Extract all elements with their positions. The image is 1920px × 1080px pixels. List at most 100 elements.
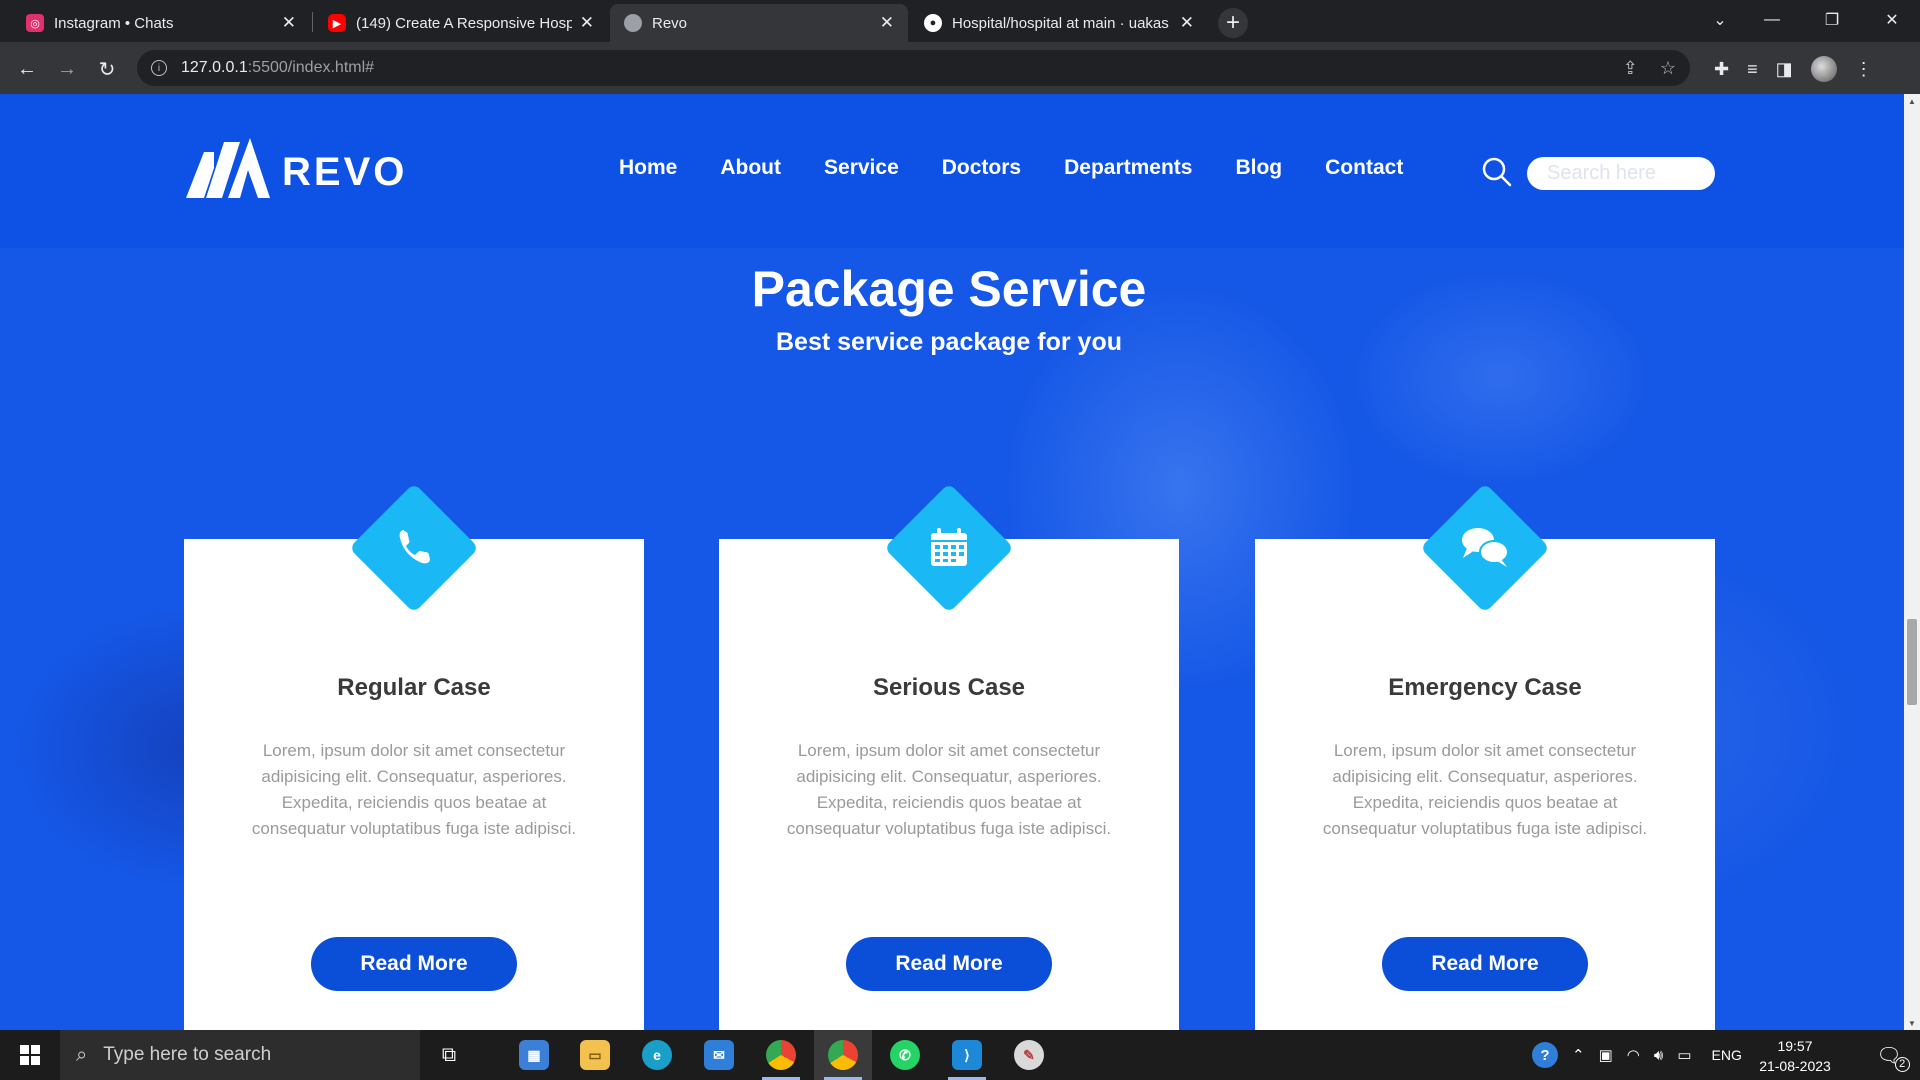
scroll-down-arrow-icon[interactable]: ▼ bbox=[1904, 1016, 1920, 1030]
windows-taskbar: ⌕ Type here to search ⧉ ▦ ▭ e ✉ ✆ ⟩ ✎ ? … bbox=[0, 1030, 1920, 1080]
taskbar-chrome[interactable] bbox=[752, 1030, 810, 1080]
browser-tab-strip: ◎ Instagram • Chats ✕ ▶ (149) Create A R… bbox=[0, 0, 1920, 42]
nav-service[interactable]: Service bbox=[824, 156, 899, 180]
whatsapp-icon: ✆ bbox=[890, 1040, 920, 1070]
nav-departments[interactable]: Departments bbox=[1064, 156, 1192, 180]
language-indicator[interactable]: ENG bbox=[1712, 1047, 1742, 1063]
calendar-icon bbox=[887, 486, 1011, 610]
tab-instagram[interactable]: ◎ Instagram • Chats ✕ bbox=[12, 4, 310, 42]
close-tab-icon[interactable]: ✕ bbox=[282, 13, 296, 33]
forward-arrow-icon[interactable]: → bbox=[50, 52, 84, 86]
bookmark-star-icon[interactable]: ☆ bbox=[1660, 58, 1676, 79]
back-arrow-icon[interactable]: ← bbox=[10, 52, 44, 86]
address-bar[interactable]: i 127.0.0.1:5500/index.html# ⇪ ☆ bbox=[137, 50, 1690, 86]
taskbar-search[interactable]: ⌕ Type here to search bbox=[60, 1030, 420, 1080]
show-hidden-icons-chevron-icon[interactable]: ⌃ bbox=[1572, 1046, 1585, 1064]
new-tab-button[interactable]: + bbox=[1218, 8, 1248, 38]
close-tab-icon[interactable]: ✕ bbox=[580, 13, 594, 33]
search-input[interactable] bbox=[1527, 157, 1715, 190]
omnibox-actions: ⇪ ☆ bbox=[1623, 50, 1676, 86]
card-description: Lorem, ipsum dolor sit amet consectetur … bbox=[251, 741, 577, 838]
search-icon[interactable] bbox=[1481, 156, 1513, 188]
revo-logo-icon bbox=[186, 138, 270, 198]
tab-title: Revo bbox=[652, 14, 688, 32]
taskbar-edge[interactable]: e bbox=[628, 1030, 686, 1080]
tab-search-chevron-icon[interactable]: ⌄ bbox=[1694, 0, 1746, 40]
close-window-button[interactable]: ✕ bbox=[1866, 0, 1918, 40]
tab-revo[interactable]: Revo ✕ bbox=[610, 4, 908, 42]
extension-area: ✚ ≡ ◨ ⋮ bbox=[1714, 52, 1873, 86]
clock-date: 21-08-2023 bbox=[1759, 1058, 1831, 1074]
site-info-icon[interactable]: i bbox=[151, 60, 167, 76]
nav-doctors[interactable]: Doctors bbox=[942, 156, 1021, 180]
task-view-button[interactable]: ⧉ bbox=[420, 1030, 478, 1080]
profile-avatar[interactable] bbox=[1810, 56, 1837, 82]
web-page: REVO Home About Service Doctors Departme… bbox=[0, 94, 1904, 1030]
taskbar-paint[interactable]: ✎ bbox=[1000, 1030, 1058, 1080]
phone-icon bbox=[352, 486, 476, 610]
close-tab-icon[interactable]: ✕ bbox=[1180, 13, 1194, 33]
extensions-puzzle-icon[interactable]: ✚ bbox=[1714, 59, 1729, 80]
nav-contact[interactable]: Contact bbox=[1325, 156, 1403, 180]
media-playlist-icon[interactable]: ≡ bbox=[1747, 59, 1758, 80]
site-logo[interactable]: REVO bbox=[184, 136, 407, 208]
share-icon[interactable]: ⇪ bbox=[1623, 58, 1638, 79]
nav-blog[interactable]: Blog bbox=[1235, 156, 1282, 180]
restore-button[interactable]: ❐ bbox=[1806, 0, 1858, 40]
microsoft-store-icon: ▦ bbox=[519, 1040, 549, 1070]
paint-icon: ✎ bbox=[1014, 1040, 1044, 1070]
browser-menu-icon[interactable]: ⋮ bbox=[1855, 59, 1873, 80]
taskbar-mail[interactable]: ✉ bbox=[690, 1030, 748, 1080]
tab-title: (149) Create A Responsive Hospit bbox=[356, 14, 572, 32]
card-title: Serious Case bbox=[872, 674, 1026, 701]
url-host: 127.0.0.1 bbox=[181, 59, 248, 76]
notification-center-button[interactable]: 🗨︎ 2 bbox=[1864, 1030, 1914, 1080]
youtube-icon: ▶ bbox=[328, 14, 346, 32]
nav-about[interactable]: About bbox=[720, 156, 781, 180]
scroll-up-arrow-icon[interactable]: ▲ bbox=[1904, 94, 1920, 108]
main-nav: Home About Service Doctors Departments B… bbox=[619, 156, 1403, 180]
card-description: Lorem, ipsum dolor sit amet consectetur … bbox=[1322, 741, 1648, 838]
taskbar-store[interactable]: ▦ bbox=[505, 1030, 563, 1080]
page-scrollbar[interactable]: ▲ ▼ bbox=[1904, 94, 1920, 1030]
github-icon: ● bbox=[924, 14, 942, 32]
file-explorer-icon: ▭ bbox=[580, 1040, 610, 1070]
minimize-button[interactable]: — bbox=[1746, 0, 1798, 40]
vscode-icon: ⟩ bbox=[952, 1040, 982, 1070]
windows-logo-icon bbox=[20, 1045, 40, 1065]
help-icon[interactable]: ? bbox=[1532, 1042, 1558, 1068]
notification-count-badge: 2 bbox=[1894, 1056, 1910, 1072]
tab-title: Hospital/hospital at main · uakas bbox=[952, 14, 1169, 32]
nav-home[interactable]: Home bbox=[619, 156, 677, 180]
system-tray: ? ⌃ ▣ ◠ 🔊︎ ▭ ENG bbox=[1532, 1030, 1742, 1080]
volume-icon[interactable]: 🔊︎ bbox=[1654, 1047, 1663, 1064]
battery-icon[interactable]: ▭ bbox=[1677, 1046, 1691, 1064]
close-tab-icon[interactable]: ✕ bbox=[880, 13, 894, 33]
taskbar-clock[interactable]: 19:57 21-08-2023 bbox=[1752, 1036, 1838, 1076]
taskbar-whatsapp[interactable]: ✆ bbox=[876, 1030, 934, 1080]
side-panel-icon[interactable]: ◨ bbox=[1776, 59, 1793, 80]
tab-divider bbox=[312, 12, 313, 32]
taskbar-chrome-active[interactable] bbox=[814, 1030, 872, 1080]
reload-icon[interactable]: ↻ bbox=[90, 52, 124, 86]
read-more-button[interactable]: Read More bbox=[1382, 937, 1588, 991]
card-description: Lorem, ipsum dolor sit amet consectetur … bbox=[786, 741, 1112, 838]
tab-github[interactable]: ● Hospital/hospital at main · uakas ✕ bbox=[910, 4, 1208, 42]
card-title: Regular Case bbox=[337, 674, 491, 701]
browser-toolbar: ← → ↻ i 127.0.0.1:5500/index.html# ⇪ ☆ ✚… bbox=[0, 42, 1920, 94]
start-button[interactable] bbox=[0, 1030, 60, 1080]
taskbar-vscode[interactable]: ⟩ bbox=[938, 1030, 996, 1080]
site-header: REVO Home About Service Doctors Departme… bbox=[0, 94, 1904, 248]
taskbar-search-placeholder: Type here to search bbox=[103, 1044, 272, 1065]
read-more-button[interactable]: Read More bbox=[846, 937, 1052, 991]
tab-youtube[interactable]: ▶ (149) Create A Responsive Hospit ✕ bbox=[314, 4, 608, 42]
read-more-button[interactable]: Read More bbox=[311, 937, 517, 991]
chrome-icon bbox=[766, 1040, 796, 1070]
taskbar-file-explorer[interactable]: ▭ bbox=[566, 1030, 624, 1080]
scrollbar-thumb[interactable] bbox=[1907, 619, 1917, 705]
brand-name: REVO bbox=[282, 149, 408, 194]
wifi-icon[interactable]: ◠ bbox=[1627, 1046, 1640, 1064]
meet-now-icon[interactable]: ▣ bbox=[1599, 1046, 1613, 1064]
globe-icon bbox=[624, 14, 642, 32]
chat-bubbles-icon bbox=[1423, 486, 1547, 610]
